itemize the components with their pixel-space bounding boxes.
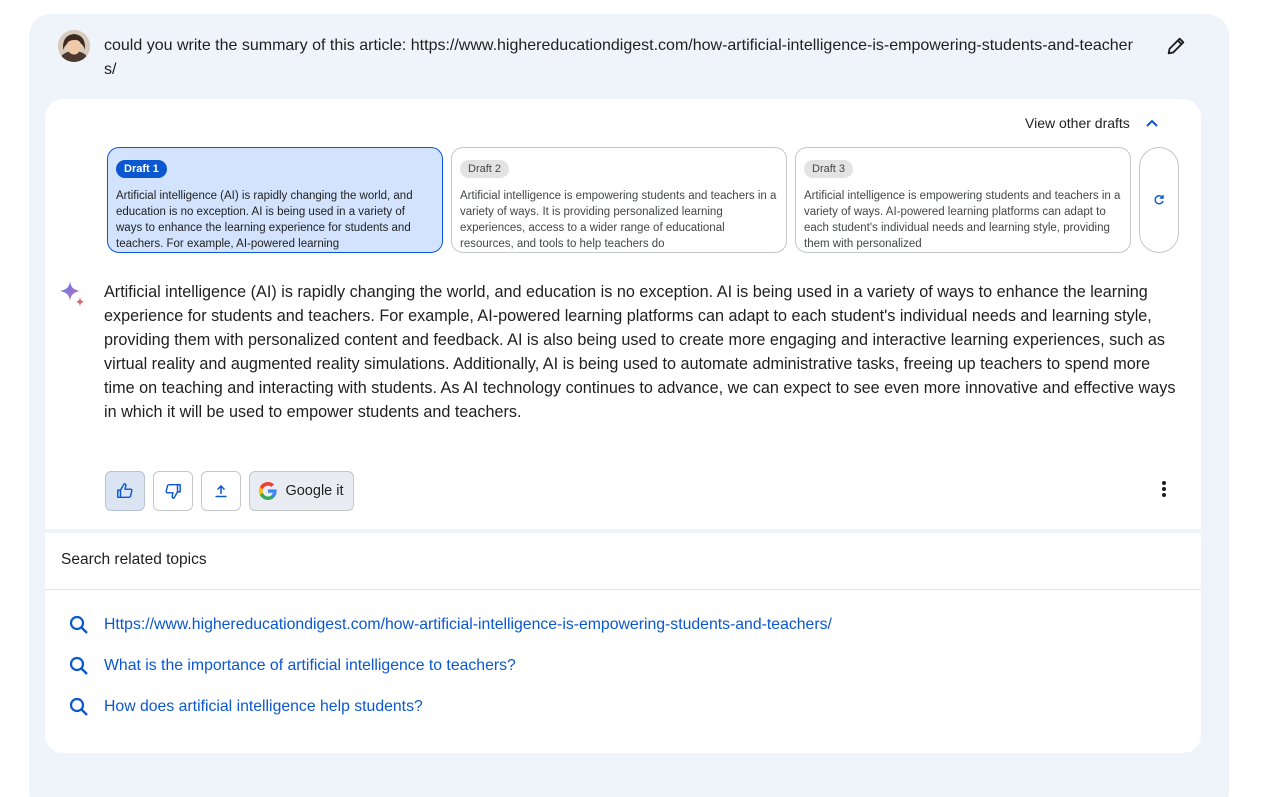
view-other-drafts-toggle[interactable]: View other drafts <box>1025 113 1160 133</box>
pencil-icon <box>1167 37 1185 55</box>
google-it-button[interactable]: Google it <box>249 471 354 511</box>
search-icon <box>69 656 88 675</box>
draft-3-card[interactable]: Draft 3 Artificial intelligence is empow… <box>795 147 1131 253</box>
draft-badge: Draft 3 <box>804 160 854 178</box>
google-icon <box>259 482 278 500</box>
edit-prompt-button[interactable] <box>1162 32 1190 60</box>
share-button[interactable] <box>201 471 241 511</box>
chevron-up-icon <box>1146 119 1158 127</box>
thumbs-up-icon <box>117 483 133 499</box>
related-topics-panel <box>45 533 1201 753</box>
related-topic-link[interactable]: What is the importance of artificial int… <box>68 655 516 677</box>
refresh-icon <box>1154 195 1164 205</box>
thumbs-down-icon <box>165 483 181 499</box>
more-options-button[interactable] <box>1152 477 1176 501</box>
share-icon <box>215 484 227 498</box>
related-topics-title: Search related topics <box>61 551 207 568</box>
related-topic-text: Https://www.highereducationdigest.com/ho… <box>104 616 832 633</box>
draft-preview: Artificial intelligence is empowering st… <box>460 190 777 250</box>
divider <box>45 589 1201 590</box>
thumbs-up-button[interactable] <box>105 471 145 511</box>
regenerate-drafts-button[interactable] <box>1139 147 1179 253</box>
draft-badge: Draft 2 <box>460 160 510 178</box>
draft-1-card[interactable]: Draft 1 Artificial intelligence (AI) is … <box>107 147 443 253</box>
view-other-drafts-label: View other drafts <box>1025 115 1130 131</box>
draft-preview: Artificial intelligence is empowering st… <box>804 190 1121 250</box>
related-topic-link[interactable]: Https://www.highereducationdigest.com/ho… <box>68 614 832 636</box>
related-topic-text: What is the importance of artificial int… <box>104 657 516 674</box>
draft-preview: Artificial intelligence (AI) is rapidly … <box>116 190 413 250</box>
related-topic-text: How does artificial intelligence help st… <box>104 698 423 715</box>
search-icon <box>69 615 88 634</box>
draft-2-card[interactable]: Draft 2 Artificial intelligence is empow… <box>451 147 787 253</box>
user-prompt-text: could you write the summary of this arti… <box>104 37 1133 78</box>
user-avatar <box>58 30 90 62</box>
search-icon <box>69 697 88 716</box>
response-text: Artificial intelligence (AI) is rapidly … <box>104 283 1176 421</box>
more-vert-icon <box>1162 481 1166 497</box>
draft-badge: Draft 1 <box>116 160 167 178</box>
gemini-sparkle-icon <box>60 281 84 307</box>
thumbs-down-button[interactable] <box>153 471 193 511</box>
related-topic-link[interactable]: How does artificial intelligence help st… <box>68 696 423 718</box>
google-it-label: Google it <box>285 483 344 499</box>
